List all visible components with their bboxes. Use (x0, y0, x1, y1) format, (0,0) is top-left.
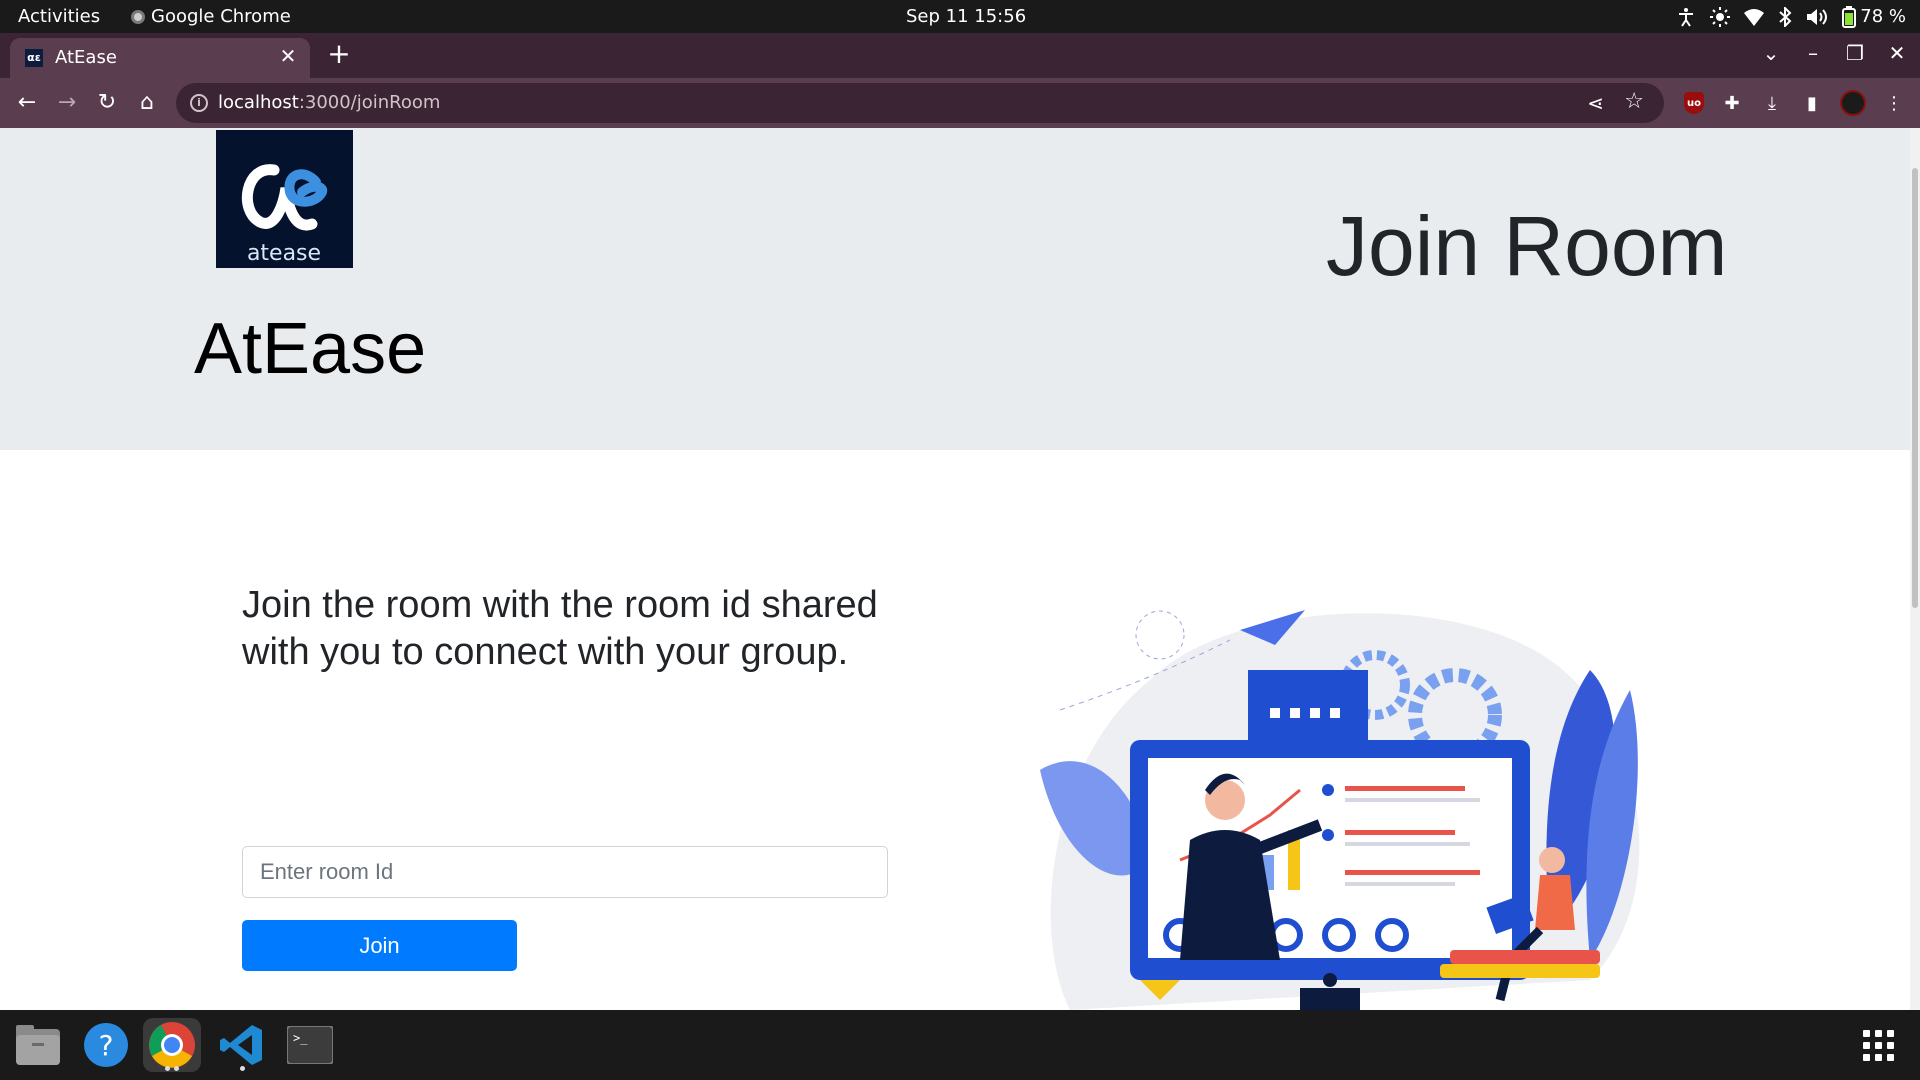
browser-tab-strip: αε AtEase ✕ + ⌄ – ❐ ✕ (0, 33, 1920, 78)
ubuntu-dock: ? >_ (0, 1010, 1920, 1080)
help-icon: ? (84, 1023, 128, 1067)
system-tray[interactable]: 78 % (1676, 4, 1906, 29)
bluetooth-icon[interactable] (1778, 6, 1792, 27)
tab-close-icon[interactable]: ✕ (276, 44, 300, 68)
site-info-icon[interactable]: i (190, 94, 208, 112)
monitor-button (1323, 973, 1337, 987)
volume-icon[interactable] (1806, 7, 1828, 27)
atease-logo-mark: atease (241, 164, 328, 266)
vscode-icon (220, 1025, 262, 1065)
svg-text:atease: atease (247, 241, 321, 266)
browser-tab-active[interactable]: αε AtEase ✕ (10, 38, 310, 78)
extensions-puzzle-icon[interactable]: ✚ (1720, 91, 1744, 115)
brand-name: AtEase (194, 309, 427, 389)
running-indicator (165, 1066, 170, 1071)
files-icon (16, 1025, 60, 1065)
team-meeting-illustration (1040, 610, 1640, 1010)
side-panel-icon[interactable]: ▮ (1800, 91, 1824, 115)
page-title: Join Room (1326, 199, 1728, 293)
monitor-stand (1300, 988, 1360, 1010)
join-button[interactable]: Join (242, 920, 517, 971)
tab-search-icon[interactable]: ⌄ (1760, 41, 1782, 65)
chrome-small-icon (131, 9, 145, 24)
system-top-bar: Activities Google Chrome Sep 11 15:56 78… (0, 0, 1920, 33)
chrome-dock-item[interactable] (143, 1018, 201, 1072)
browser-toolbar: ← → ↻ ⌂ i localhost:3000/joinRoom ⋖ ☆ uo… (0, 78, 1920, 128)
running-indicator (240, 1066, 245, 1071)
minimize-icon[interactable]: – (1802, 41, 1824, 65)
night-light-icon[interactable] (1710, 6, 1731, 27)
wifi-icon[interactable] (1744, 8, 1765, 26)
show-applications-grid-icon[interactable] (1863, 1030, 1894, 1061)
help-dock-item[interactable]: ? (77, 1018, 135, 1072)
accessibility-icon[interactable] (1676, 7, 1696, 27)
files-dock-item[interactable] (9, 1018, 67, 1072)
chrome-icon (149, 1022, 195, 1068)
battery-indicator[interactable]: 78 % (1842, 5, 1906, 28)
book-stack (1440, 950, 1600, 978)
download-icon[interactable]: ⤓ (1760, 91, 1784, 115)
back-icon[interactable]: ← (14, 91, 40, 117)
toolbar-extensions: uo ✚ ⤓ ▮ ⋮ (1684, 90, 1906, 116)
atease-logo: atease (216, 130, 353, 268)
window-controls: ⌄ – ❐ ✕ (1760, 41, 1908, 65)
address-bar[interactable]: i localhost:3000/joinRoom ⋖ ☆ (176, 83, 1664, 123)
dashed-circle (1135, 610, 1185, 660)
window-close-icon[interactable]: ✕ (1886, 41, 1908, 65)
app-menu[interactable]: Google Chrome (131, 6, 291, 27)
home-icon[interactable]: ⌂ (134, 91, 160, 117)
page-scrollbar[interactable] (1910, 128, 1920, 1010)
chrome-menu-icon[interactable]: ⋮ (1882, 91, 1906, 115)
clock[interactable]: Sep 11 15:56 (906, 6, 1026, 27)
terminal-dock-item[interactable]: >_ (281, 1018, 339, 1072)
svg-text:?: ? (99, 1029, 114, 1062)
restore-icon[interactable]: ❐ (1844, 41, 1866, 65)
ublock-extension-icon[interactable]: uo (1684, 92, 1704, 114)
join-instructions: Join the room with the room id shared wi… (242, 584, 878, 673)
speech-bubble (1248, 670, 1368, 755)
web-page: atease AtEase Join Room Join the room wi… (0, 128, 1920, 1010)
atease-favicon-icon: αε (25, 49, 43, 67)
vscode-dock-item[interactable] (213, 1018, 271, 1072)
forward-icon[interactable]: → (54, 91, 80, 117)
app-name-label: Google Chrome (151, 6, 291, 27)
profile-avatar[interactable] (1840, 90, 1866, 116)
reload-icon[interactable]: ↻ (94, 91, 120, 117)
url-text[interactable]: localhost:3000/joinRoom (218, 92, 440, 113)
page-header: atease AtEase Join Room (0, 128, 1910, 450)
scrollbar-thumb[interactable] (1912, 168, 1918, 608)
running-indicator (174, 1066, 179, 1071)
terminal-icon: >_ (287, 1026, 333, 1064)
new-tab-button[interactable]: + (325, 40, 353, 69)
share-icon[interactable]: ⋖ (1587, 91, 1604, 115)
activities-button[interactable]: Activities (18, 6, 100, 27)
room-id-input[interactable] (242, 846, 888, 898)
svg-text:>_: >_ (293, 1031, 308, 1045)
bookmark-star-icon[interactable]: ☆ (1624, 89, 1644, 114)
tab-title: AtEase (55, 47, 117, 68)
battery-percent: 78 % (1860, 6, 1906, 27)
battery-icon (1842, 5, 1857, 28)
